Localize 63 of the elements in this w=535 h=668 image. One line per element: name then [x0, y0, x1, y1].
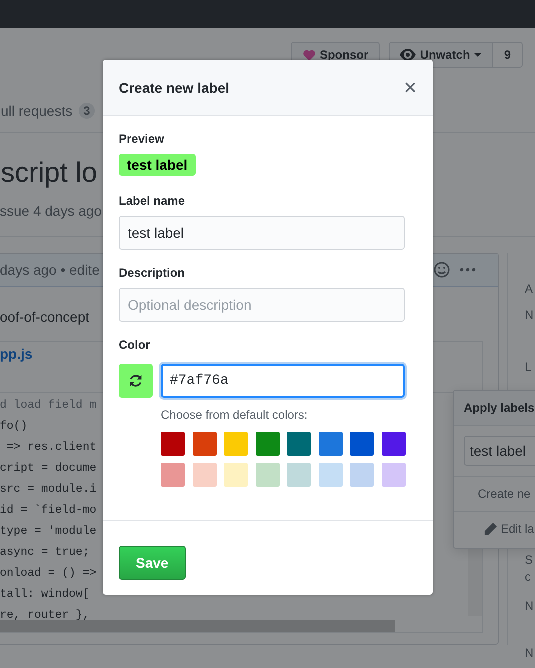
dialog-title: Create new label [119, 80, 230, 96]
code-line: async = true; [0, 545, 90, 561]
comment-text: oof-of-concept [0, 309, 90, 325]
heart-icon [302, 50, 316, 60]
color-swatch[interactable] [256, 463, 280, 487]
default-colors-label: Choose from default colors: [161, 408, 309, 422]
sidebar-text: L [525, 360, 532, 374]
sidebar-text: S [525, 553, 534, 567]
color-swatch[interactable] [224, 463, 248, 487]
color-swatch[interactable] [161, 432, 185, 456]
code-line: cript = docume [0, 461, 97, 477]
color-swatch[interactable] [318, 432, 342, 456]
create-label-link[interactable]: Create ne [478, 487, 531, 501]
color-swatch[interactable] [318, 463, 342, 487]
label-filter-field[interactable]: test label [464, 436, 535, 466]
sidebar-text: N [525, 599, 534, 613]
description-field[interactable]: Optional description [119, 288, 405, 322]
color-swatch[interactable] [350, 463, 374, 487]
code-line: type = 'module [0, 524, 97, 540]
color-label: Color [119, 338, 150, 352]
preview-label: Preview [119, 132, 164, 146]
refresh-icon [129, 374, 143, 388]
color-swatch[interactable] [224, 432, 248, 456]
save-button[interactable]: Save [119, 546, 186, 580]
description-label: Description [119, 266, 186, 280]
caret-icon [474, 53, 482, 57]
code-line: tall: window[ [0, 587, 90, 603]
color-swatch[interactable] [287, 432, 311, 456]
color-swatch[interactable] [350, 432, 374, 456]
close-button[interactable]: × [404, 76, 417, 98]
color-swatch[interactable] [192, 463, 216, 487]
more-icon[interactable] [460, 268, 476, 272]
color-swatch[interactable] [161, 463, 185, 487]
watcher-count[interactable]: 9 [493, 42, 523, 68]
color-swatch[interactable] [256, 432, 280, 456]
code-line: onload = () => [0, 566, 97, 582]
code-line: d load field m [0, 398, 97, 414]
code-line: src = module.i [0, 482, 97, 498]
sidebar-text: A [525, 282, 534, 296]
code-line: id = `field-mo [0, 503, 97, 519]
random-color-button[interactable] [119, 364, 153, 398]
sidebar-text: N [525, 308, 534, 322]
comment-timestamp: days ago • edite [0, 262, 100, 278]
label-preview: test label [119, 154, 196, 176]
label-name-field[interactable]: test label [119, 216, 405, 250]
code-line: fo() [0, 419, 28, 435]
popover-title: Apply labels [464, 401, 535, 415]
horizontal-scrollbar[interactable] [0, 620, 395, 632]
color-field[interactable]: #7af76a [161, 364, 405, 398]
color-swatch[interactable] [287, 463, 311, 487]
edit-labels-link[interactable]: Edit la [501, 522, 534, 536]
issue-title: script lo [1, 156, 98, 190]
color-swatch[interactable] [382, 463, 406, 487]
color-swatch[interactable] [382, 432, 406, 456]
color-swatch[interactable] [192, 432, 216, 456]
pencil-icon [484, 522, 497, 536]
eye-icon [400, 49, 416, 61]
code-line: => res.client [6, 440, 97, 456]
sidebar-text: N [525, 646, 534, 660]
count-badge: 3 [78, 103, 96, 119]
pull-requests-tab[interactable]: ull requests [1, 103, 73, 119]
file-link[interactable]: pp.js [0, 346, 33, 362]
sidebar-text: c [525, 570, 531, 584]
